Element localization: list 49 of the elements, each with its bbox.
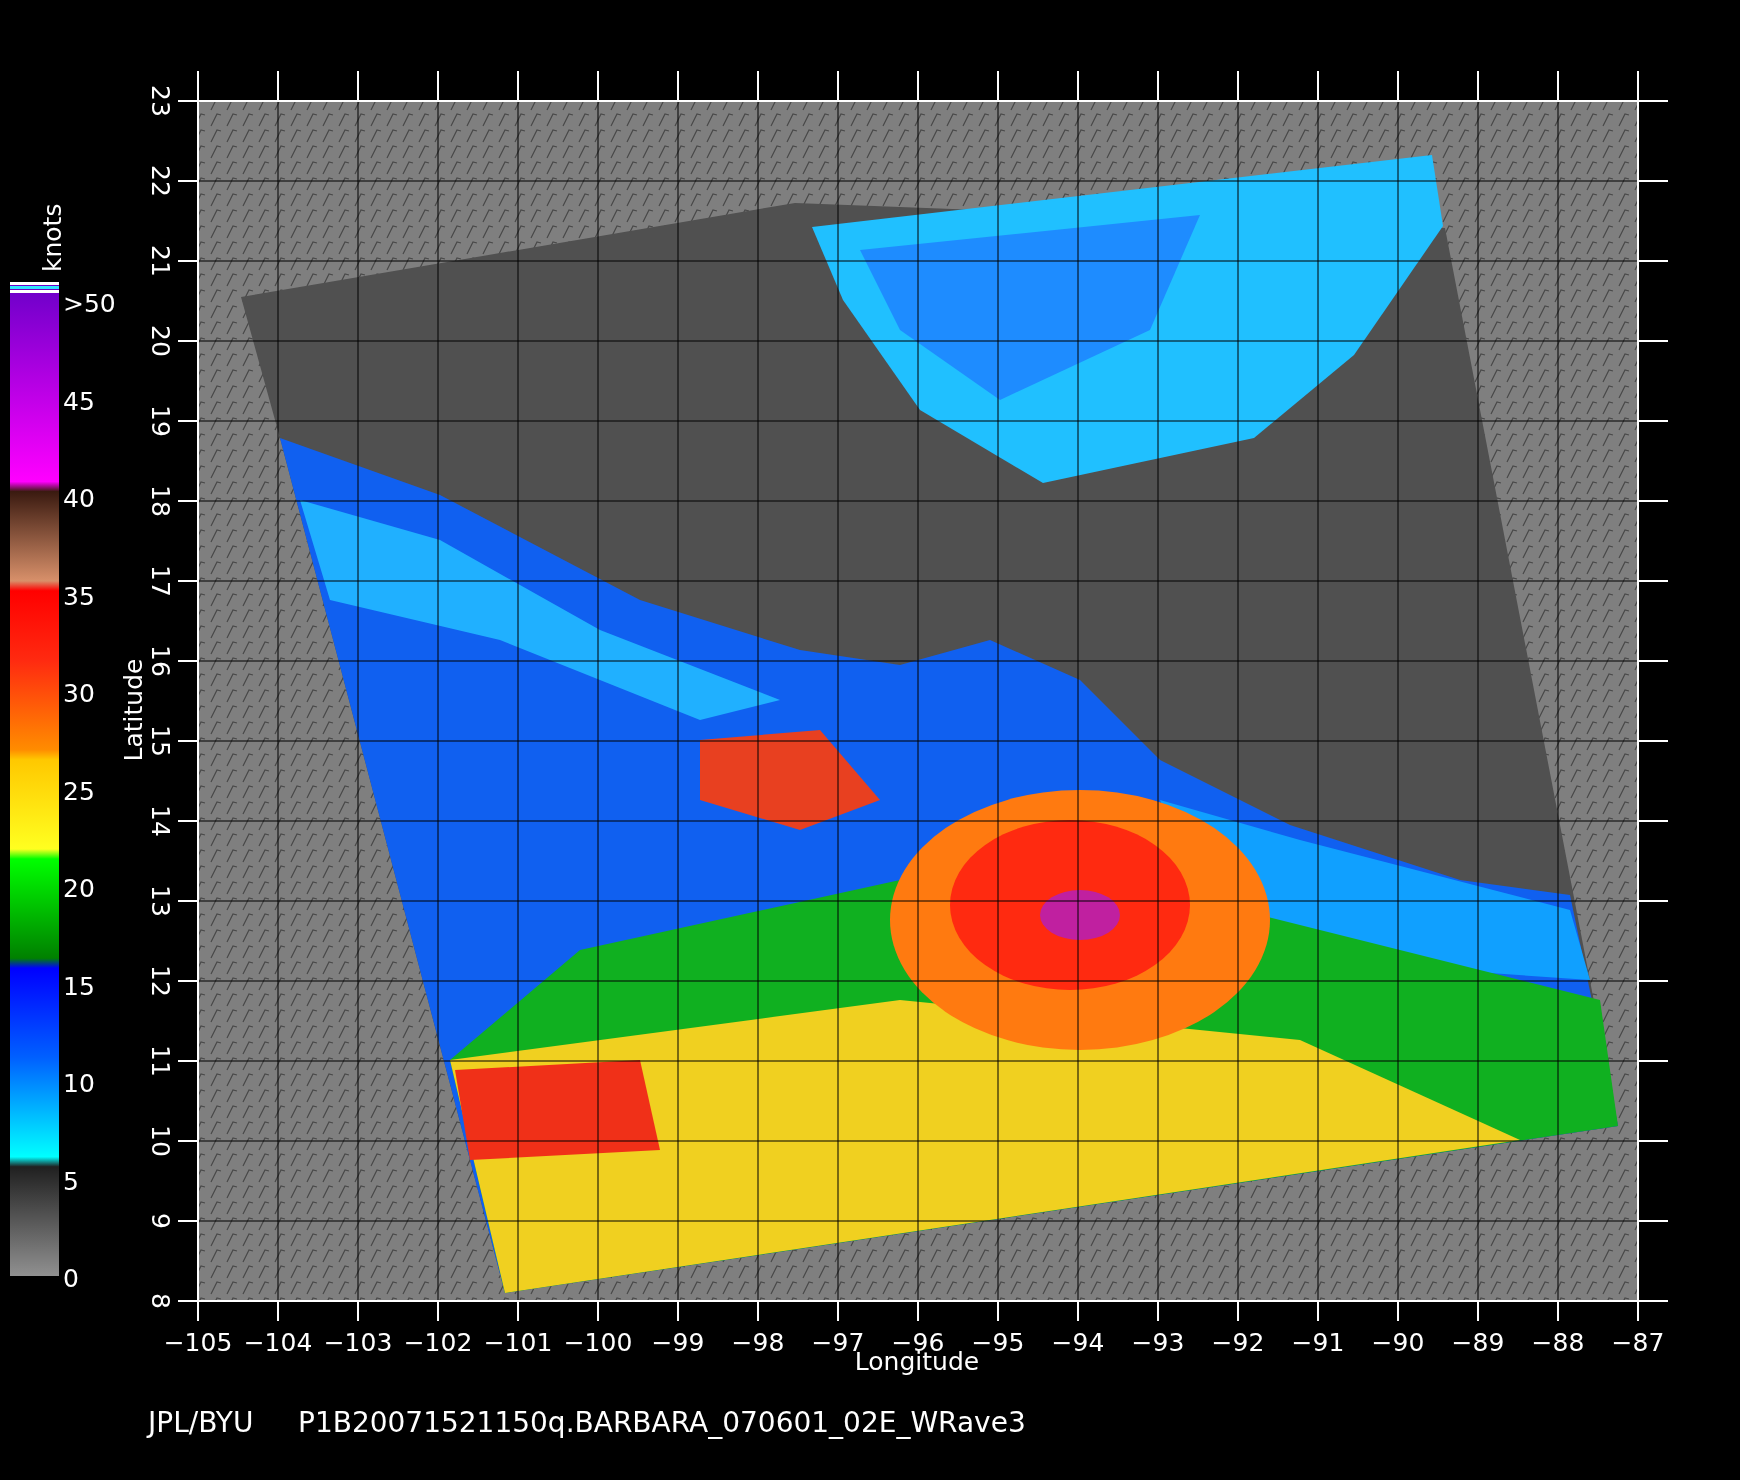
y-tick-label: 17 xyxy=(146,565,175,597)
colorbar-label: 5 xyxy=(63,1166,79,1196)
y-tick-label: 22 xyxy=(146,165,175,197)
colorbar-label: 30 xyxy=(63,679,95,708)
x-tick-label: −94 xyxy=(1051,1328,1105,1357)
y-tick-label: 23 xyxy=(146,85,175,117)
y-tick-label: 11 xyxy=(146,1045,175,1077)
x-tick-label: −100 xyxy=(563,1328,633,1357)
y-tick-label: 10 xyxy=(146,1125,175,1157)
y-tick-label: 13 xyxy=(146,885,175,917)
x-tick-label: −88 xyxy=(1531,1328,1585,1357)
y-tick-label: 20 xyxy=(146,325,175,357)
y-axis-label: Latitude xyxy=(119,658,148,762)
caption-source: JPL/BYU xyxy=(148,1406,254,1439)
colorbar-label: 25 xyxy=(63,776,95,806)
colorbar-label: 35 xyxy=(63,581,95,611)
x-tick-label: −87 xyxy=(1611,1328,1665,1357)
colorbar-label: >50 xyxy=(63,289,116,318)
y-tick-label: 21 xyxy=(146,245,175,277)
y-tick-label: 15 xyxy=(146,725,175,757)
colorbar-label: 20 xyxy=(63,874,95,903)
x-tick-label: −98 xyxy=(731,1328,785,1357)
x-tick-label: −90 xyxy=(1371,1328,1425,1357)
y-tick-label: 18 xyxy=(146,485,175,517)
caption-filename: P1B20071521150q.BARBARA_070601_02E_WRave3 xyxy=(298,1406,1026,1439)
y-tick-label: 12 xyxy=(146,965,175,997)
x-tick-label: −99 xyxy=(651,1328,705,1357)
y-tick-label: 8 xyxy=(146,1293,175,1309)
x-tick-label: −105 xyxy=(163,1328,233,1357)
x-tick-label: −102 xyxy=(403,1328,473,1357)
colorbar-label: 10 xyxy=(63,1069,95,1098)
colorbar-unit: knots xyxy=(38,203,67,272)
y-tick-label: 9 xyxy=(146,1213,175,1229)
x-tick-label: −104 xyxy=(243,1328,313,1357)
x-tick-label: −92 xyxy=(1211,1328,1265,1357)
x-tick-label: −103 xyxy=(323,1328,393,1357)
y-tick-label: 14 xyxy=(146,805,175,837)
colorbar-label: 45 xyxy=(63,386,95,416)
x-tick-label: −89 xyxy=(1451,1328,1505,1357)
colorbar-label: 40 xyxy=(63,484,95,513)
x-tick-label: −95 xyxy=(971,1328,1025,1357)
colorbar-label: 15 xyxy=(63,971,95,1001)
x-tick-label: −91 xyxy=(1291,1328,1345,1357)
x-tick-label: −93 xyxy=(1131,1328,1185,1357)
color-scale-stripes xyxy=(10,282,59,293)
colorbar-label: 0 xyxy=(63,1264,79,1293)
y-tick-label: 16 xyxy=(146,645,175,677)
x-tick-label: −101 xyxy=(483,1328,553,1357)
y-tick-label: 19 xyxy=(146,405,175,437)
